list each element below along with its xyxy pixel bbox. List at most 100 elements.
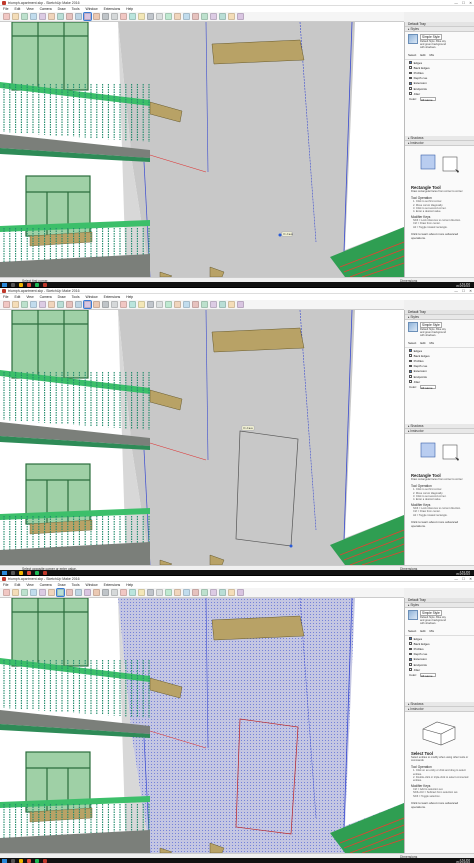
sketchup-taskbar-icon[interactable] [43,859,47,863]
menu-item[interactable]: Draw [58,295,66,299]
menu-item[interactable]: View [26,7,33,11]
checkbox-icon[interactable] [409,87,412,90]
checkbox-icon[interactable] [409,642,412,646]
toolbar-tool-icon[interactable] [66,301,73,308]
toolbar-tool-icon[interactable] [147,13,154,20]
styles-tab[interactable]: Mix [430,629,435,633]
toolbar-tool-icon[interactable] [83,12,92,21]
menu-item[interactable]: Extensions [104,583,121,587]
sketchup-taskbar-icon[interactable] [43,283,47,287]
music-app-icon[interactable] [35,571,39,575]
close-button[interactable]: ✕ [469,1,472,5]
toolbar-tool-icon[interactable] [147,301,154,308]
toolbar-tool-icon[interactable] [183,589,190,596]
toolbar-tool-icon[interactable] [12,301,19,308]
windows-start-icon[interactable] [2,282,7,287]
toolbar-tool-icon[interactable] [48,301,55,308]
toolbar-tool-icon[interactable] [192,301,199,308]
menu-item[interactable]: Window [86,295,98,299]
checkbox-icon[interactable] [409,82,412,85]
minimize-button[interactable]: — [454,1,458,5]
toolbar-tool-icon[interactable] [84,589,91,596]
toolbar-tool-icon[interactable] [12,589,19,596]
toolbar-tool-icon[interactable] [93,301,100,308]
toolbar-tool-icon[interactable] [228,13,235,20]
toolbar-tool-icon[interactable] [192,589,199,596]
checkbox-icon[interactable] [409,71,412,75]
checkbox-icon[interactable] [409,375,412,378]
sketchup-taskbar-icon[interactable] [43,571,47,575]
edge-color-select[interactable]: All same [420,673,437,678]
menu-item[interactable]: Tools [72,295,80,299]
menu-item[interactable]: File [3,7,8,11]
toolbar-tool-icon[interactable] [93,13,100,20]
toolbar-tool-icon[interactable] [174,13,181,20]
toolbar-tool-icon[interactable] [48,13,55,20]
toolbar-tool-icon[interactable] [120,589,127,596]
toolbar-tool-icon[interactable] [102,589,109,596]
toolbar-tool-icon[interactable] [111,301,118,308]
model-viewport-canvas[interactable] [0,598,404,853]
menu-item[interactable]: Edit [14,7,20,11]
toolbar-tool-icon[interactable] [228,301,235,308]
browser-icon[interactable] [27,571,31,575]
menu-item[interactable]: Help [126,583,133,587]
toolbar-tool-icon[interactable] [75,13,82,20]
menu-item[interactable]: Draw [58,583,66,587]
checkbox-icon[interactable] [409,359,412,363]
toolbar-tool-icon[interactable] [102,13,109,20]
windows-start-icon[interactable] [2,570,7,575]
music-app-icon[interactable] [35,859,39,863]
checkbox-icon[interactable] [409,370,412,373]
checkbox-icon[interactable] [409,652,412,656]
checkbox-icon[interactable] [409,658,412,661]
style-thumbnail[interactable] [408,322,418,332]
toolbar-tool-icon[interactable] [129,589,136,596]
windows-start-icon[interactable] [2,858,7,863]
checkbox-icon[interactable] [409,637,412,640]
toolbar-tool-icon[interactable] [30,589,37,596]
toolbar-tool-icon[interactable] [138,301,145,308]
minimize-button[interactable]: — [454,289,458,293]
styles-tab[interactable]: Mix [430,341,435,345]
menu-item[interactable]: Tools [72,583,80,587]
toolbar-tool-icon[interactable] [129,13,136,20]
browser-icon[interactable] [27,283,31,287]
toolbar-tool-icon[interactable] [174,589,181,596]
search-icon[interactable] [11,859,15,863]
toolbar-tool-icon[interactable] [120,13,127,20]
toolbar-tool-icon[interactable] [219,13,226,20]
advanced-operations-link[interactable]: Click to learn about more advanced opera… [408,232,471,240]
toolbar-tool-icon[interactable] [21,13,28,20]
toolbar-tool-icon[interactable] [111,13,118,20]
model-viewport[interactable]: On Face [0,22,404,277]
toolbar-tool-icon[interactable] [201,13,208,20]
toolbar-tool-icon[interactable] [66,589,73,596]
menu-item[interactable]: Edit [14,295,20,299]
file-explorer-icon[interactable] [19,571,23,575]
menu-item[interactable]: Draw [58,7,66,11]
toolbar-tool-icon[interactable] [3,301,10,308]
model-viewport[interactable]: On Face [0,310,404,565]
menu-item[interactable]: Tools [72,7,80,11]
styles-tab[interactable]: Select [408,341,416,345]
styles-tab[interactable]: Edit [420,629,425,633]
model-viewport-canvas[interactable]: On Face [0,310,404,565]
checkbox-icon[interactable] [409,92,412,96]
checkbox-icon[interactable] [409,76,412,80]
styles-tab[interactable]: Edit [420,53,425,57]
toolbar-tool-icon[interactable] [57,13,64,20]
search-icon[interactable] [11,283,15,287]
toolbar-tool-icon[interactable] [56,588,65,597]
menu-item[interactable]: Camera [40,7,52,11]
style-thumbnail[interactable] [408,610,418,620]
menu-item[interactable]: Window [86,583,98,587]
toolbar-tool-icon[interactable] [165,301,172,308]
toolbar-tool-icon[interactable] [237,13,244,20]
toolbar-tool-icon[interactable] [3,589,10,596]
toolbar-tool-icon[interactable] [138,589,145,596]
toolbar-tool-icon[interactable] [102,301,109,308]
menu-item[interactable]: Edit [14,583,20,587]
checkbox-icon[interactable] [409,354,412,358]
toolbar-tool-icon[interactable] [3,13,10,20]
